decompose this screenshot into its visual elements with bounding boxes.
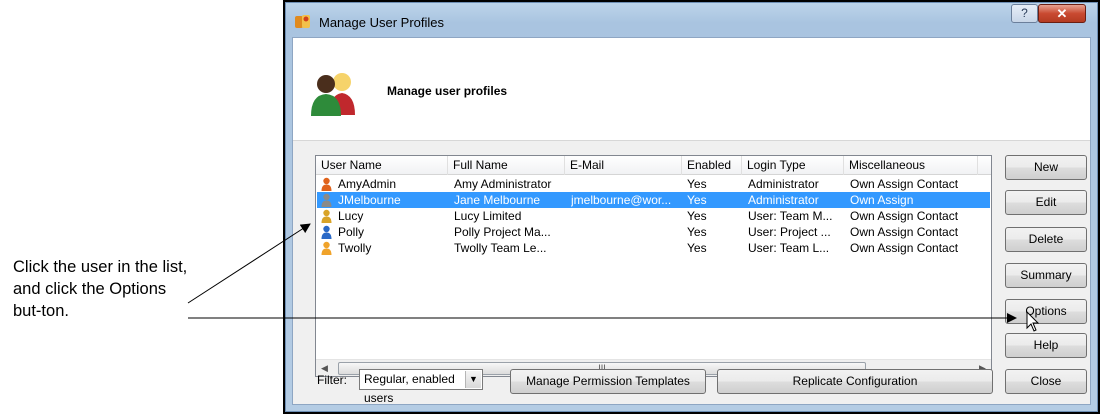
close-button[interactable]: Close	[1005, 369, 1087, 394]
options-button[interactable]: Options	[1005, 299, 1087, 324]
app-icon	[295, 15, 310, 28]
cell-login: User: Team M...	[748, 209, 833, 223]
header-band: Manage user profiles	[293, 38, 1090, 141]
cell-misc: Own Assign Contact	[850, 177, 959, 191]
cell-enabled: Yes	[687, 193, 707, 207]
filter-dropdown[interactable]: Regular, enabled users ▼	[359, 369, 483, 405]
filter-value: Regular, enabled users	[364, 372, 455, 405]
user-icon	[321, 177, 332, 191]
help-button[interactable]: Help	[1005, 333, 1087, 358]
summary-button[interactable]: Summary	[1005, 263, 1087, 288]
title-bar: Manage User Profiles ? ✕	[286, 3, 1097, 37]
table-row[interactable]: JMelbourne Jane Melbourne jmelbourne@wor..…	[317, 192, 990, 208]
cell-enabled: Yes	[687, 177, 707, 191]
user-icon	[321, 193, 332, 207]
cell-full: Twolly Team Le...	[454, 241, 547, 255]
mouse-cursor-icon	[1026, 311, 1040, 332]
cell-full: Jane Melbourne	[454, 193, 541, 207]
list-header: User Name Full Name E-Mail Enabled Login…	[316, 156, 991, 175]
users-icon	[311, 73, 355, 116]
cell-enabled: Yes	[687, 209, 707, 223]
dialog-client-area: Manage user profiles User Name Full Name…	[292, 37, 1091, 405]
help-title-button[interactable]: ?	[1011, 4, 1038, 23]
manage-permission-templates-button[interactable]: Manage Permission Templates	[510, 369, 706, 394]
cell-email: jmelbourne@wor...	[571, 193, 672, 207]
user-icon	[321, 241, 332, 255]
cell-misc: Own Assign Contact	[850, 225, 959, 239]
edit-button[interactable]: Edit	[1005, 190, 1087, 215]
manage-user-profiles-dialog: Manage User Profiles ? ✕ Manage user pro…	[283, 0, 1100, 414]
table-row[interactable]: AmyAdmin Amy Administrator Yes Administrato…	[317, 176, 990, 192]
cell-full: Lucy Limited	[454, 209, 522, 223]
column-header-full-name[interactable]: Full Name	[448, 156, 565, 175]
cell-user: Lucy	[338, 209, 364, 223]
table-row[interactable]: Lucy Lucy Limited Yes User: Team M... Own As…	[317, 208, 990, 224]
cell-login: User: Project ...	[748, 225, 831, 239]
cell-login: User: Team L...	[748, 241, 830, 255]
cell-user: AmyAdmin	[338, 177, 397, 191]
callout-text: Click the user in the list, and click th…	[13, 258, 188, 320]
user-icon	[321, 225, 332, 239]
cell-user: Twolly	[338, 241, 372, 255]
column-header-user-name[interactable]: User Name	[316, 156, 448, 175]
delete-button[interactable]: Delete	[1005, 227, 1087, 252]
column-header-miscellaneous[interactable]: Miscellaneous	[844, 156, 978, 175]
cell-misc: Own Assign Contact	[850, 209, 959, 223]
close-title-button[interactable]: ✕	[1038, 4, 1086, 23]
column-header-login-type[interactable]: Login Type	[742, 156, 844, 175]
cell-enabled: Yes	[687, 225, 707, 239]
cell-misc: Own Assign Contact	[850, 241, 959, 255]
chevron-down-icon[interactable]: ▼	[465, 371, 481, 388]
cell-user: Polly	[338, 225, 365, 239]
column-header-email[interactable]: E-Mail	[565, 156, 682, 175]
filter-label: Filter:	[317, 373, 347, 387]
table-row[interactable]: Polly Polly Project Ma... Yes User: Project…	[317, 224, 990, 240]
user-icon	[321, 209, 332, 223]
new-button[interactable]: New	[1005, 155, 1087, 180]
user-list[interactable]: User Name Full Name E-Mail Enabled Login…	[315, 155, 992, 377]
cell-user: JMelbourne	[338, 193, 401, 207]
cell-login: Administrator	[748, 177, 819, 191]
cell-login: Administrator	[748, 193, 819, 207]
table-row[interactable]: Twolly Twolly Team Le... Yes User: Team L..…	[317, 240, 990, 256]
cell-enabled: Yes	[687, 241, 707, 255]
replicate-configuration-button[interactable]: Replicate Configuration	[717, 369, 993, 394]
column-header-enabled[interactable]: Enabled	[682, 156, 742, 175]
cell-misc: Own Assign	[850, 193, 914, 207]
cell-full: Polly Project Ma...	[454, 225, 551, 239]
header-title: Manage user profiles	[387, 84, 508, 98]
cell-full: Amy Administrator	[454, 177, 552, 191]
window-title: Manage User Profiles	[319, 15, 444, 30]
